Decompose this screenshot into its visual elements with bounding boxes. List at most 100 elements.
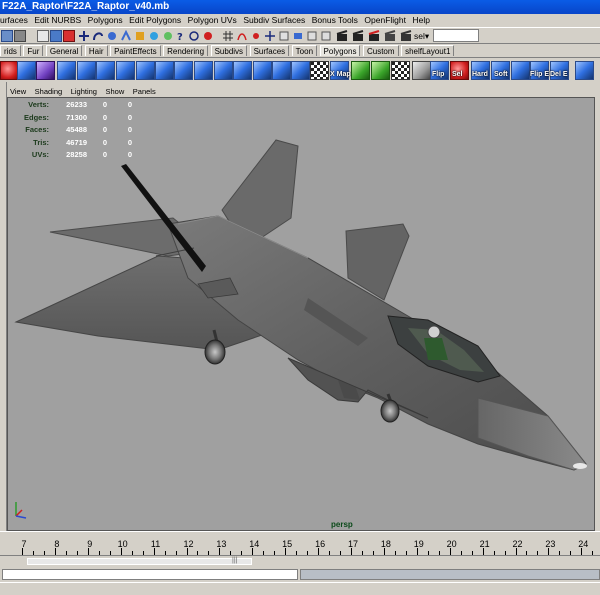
menu-edit-polygons[interactable]: Edit Polygons xyxy=(129,14,185,27)
hud-row-tris: Tris: 46719 0 0 xyxy=(33,137,132,147)
param-icon[interactable] xyxy=(188,30,200,42)
snap-view-icon[interactable] xyxy=(264,30,276,42)
shelf-tab-general[interactable]: General xyxy=(45,45,83,56)
menu-bonus-tools[interactable]: Bonus Tools xyxy=(312,14,362,27)
construction-icon[interactable] xyxy=(292,30,304,42)
time-slider[interactable]: 7 8 9 10 11 12 13 14 15 16 17 18 19 20 21 22 23 24 xyxy=(0,531,600,555)
menu-surfaces[interactable]: urfaces xyxy=(0,14,32,27)
surface-icon[interactable] xyxy=(106,30,118,42)
poly-merge-icon[interactable] xyxy=(351,61,370,80)
range-slider[interactable]: ||| xyxy=(0,555,600,567)
panel-menu-show[interactable]: Show xyxy=(102,86,127,97)
axis-gizmo xyxy=(15,502,27,519)
shelf-tab-shelflayout1[interactable]: shelfLayout1 xyxy=(401,45,455,56)
poly-tool-icon[interactable] xyxy=(575,61,594,80)
poly-bevel-icon[interactable] xyxy=(291,61,310,80)
poly-append-icon[interactable] xyxy=(371,61,390,80)
panel-menu-lighting[interactable]: Lighting xyxy=(68,86,100,97)
sel-label: Sel xyxy=(452,71,463,78)
plus-icon[interactable] xyxy=(78,30,90,42)
shelf-tab-custom[interactable]: Custom xyxy=(362,45,399,56)
frame-tick xyxy=(22,548,23,555)
frame-tick xyxy=(252,548,254,555)
output-icon[interactable] xyxy=(320,30,332,42)
clapper-icon[interactable] xyxy=(336,30,348,42)
hud-row-verts: Verts: 26233 0 0 xyxy=(28,100,132,109)
hard-label: Hard xyxy=(472,71,488,78)
poly-normals-icon[interactable] xyxy=(511,61,530,80)
curve-icon[interactable] xyxy=(92,30,104,42)
dynamics-icon[interactable] xyxy=(134,30,146,42)
frame-label: 17 xyxy=(347,539,359,549)
snap-icon[interactable] xyxy=(202,30,214,42)
panel-menu-panels[interactable]: Panels xyxy=(130,86,159,97)
menu-openflight[interactable]: OpenFlight xyxy=(364,14,410,27)
poly-checker-icon[interactable] xyxy=(310,61,329,80)
f22-raptor-model xyxy=(14,139,587,519)
mode-icon[interactable] xyxy=(1,30,13,42)
menu-polygon-uvs[interactable]: Polygon UVs xyxy=(188,14,241,27)
panel-menu-shading[interactable]: Shading xyxy=(32,86,66,97)
perspective-viewport[interactable]: Verts: 26233 0 0 Edges: 71300 0 0 Faces: 45488 0… xyxy=(7,97,595,531)
shelf-tab-hair[interactable]: Hair xyxy=(84,45,108,56)
shelf-tab-fur[interactable]: Fur xyxy=(23,45,44,56)
range-slider-handle[interactable]: ||| xyxy=(232,557,237,564)
select-hierarchy-icon[interactable] xyxy=(37,30,49,42)
poly-smooth-icon[interactable] xyxy=(194,61,213,80)
poly-cone-icon[interactable] xyxy=(57,61,76,80)
menu-help[interactable]: Help xyxy=(413,14,434,27)
misc-icon[interactable] xyxy=(162,30,174,42)
shelf-tab-rids[interactable]: rids xyxy=(0,45,21,56)
render-icon[interactable] xyxy=(352,30,364,42)
poly-extrude-face-icon[interactable] xyxy=(253,61,272,80)
range-slider-bar[interactable] xyxy=(27,558,252,565)
poly-torus-icon[interactable] xyxy=(96,61,115,80)
poly-boolean-icon[interactable] xyxy=(174,61,193,80)
shelf-tab-surfaces[interactable]: Surfaces xyxy=(249,45,290,56)
poly-mirror-icon[interactable] xyxy=(233,61,252,80)
render-settings-icon[interactable] xyxy=(384,30,396,42)
history-icon[interactable] xyxy=(278,30,290,42)
poly-separate-icon[interactable] xyxy=(136,61,155,80)
hypershade-icon[interactable] xyxy=(400,30,412,42)
poly-plane-icon[interactable] xyxy=(77,61,96,80)
shelf-tab-subdivs[interactable]: Subdivs xyxy=(210,45,248,56)
input-icon[interactable] xyxy=(306,30,318,42)
uv-checker-icon[interactable] xyxy=(391,61,410,80)
selection-tool-icon[interactable] xyxy=(412,61,431,80)
poly-cube-icon[interactable] xyxy=(17,61,36,80)
poly-cylinder-icon[interactable] xyxy=(36,61,55,80)
window-title: F22A_Raptor\F22A_Raptor_v40.mb xyxy=(2,1,170,12)
poly-reduce-icon[interactable] xyxy=(214,61,233,80)
deformer-icon[interactable] xyxy=(120,30,132,42)
rendering-icon[interactable] xyxy=(148,30,160,42)
menu-edit-nurbs[interactable]: Edit NURBS xyxy=(34,14,85,27)
snap-curve-icon[interactable] xyxy=(236,30,248,42)
hud-row-faces: Faces: 45488 0 0 xyxy=(25,125,132,134)
frame-label: 18 xyxy=(380,539,391,549)
selection-mask-icon[interactable] xyxy=(14,30,26,42)
poly-extract-icon[interactable] xyxy=(155,61,174,80)
menu-subdiv-surfaces[interactable]: Subdiv Surfaces xyxy=(243,14,309,27)
select-by-name-field[interactable] xyxy=(433,29,479,42)
poly-combine-icon[interactable] xyxy=(116,61,135,80)
frame-tick xyxy=(416,548,418,555)
question-icon[interactable]: ? xyxy=(174,30,186,42)
poly-extrude-edge-icon[interactable] xyxy=(272,61,291,80)
select-by-name-label[interactable]: sel▾ xyxy=(414,30,429,42)
frame-label: 16 xyxy=(315,539,326,549)
select-object-icon[interactable] xyxy=(50,30,62,42)
snap-grid-icon[interactable] xyxy=(222,30,234,42)
help-line xyxy=(0,582,600,595)
snap-point-icon[interactable] xyxy=(250,30,262,42)
shelf-tab-toon[interactable]: Toon xyxy=(291,45,318,56)
select-component-icon[interactable] xyxy=(63,30,75,42)
shelf-tab-rendering[interactable]: Rendering xyxy=(163,45,209,56)
shelf-tab-polygons[interactable]: Polygons xyxy=(319,45,361,56)
panel-menu-view[interactable]: View xyxy=(7,86,29,97)
frame-tick xyxy=(383,548,385,555)
shelf-tab-painteffects[interactable]: PaintEffects xyxy=(110,45,161,56)
command-input[interactable] xyxy=(2,569,298,580)
ipr-render-icon[interactable] xyxy=(368,30,380,42)
menu-polygons[interactable]: Polygons xyxy=(88,14,127,27)
